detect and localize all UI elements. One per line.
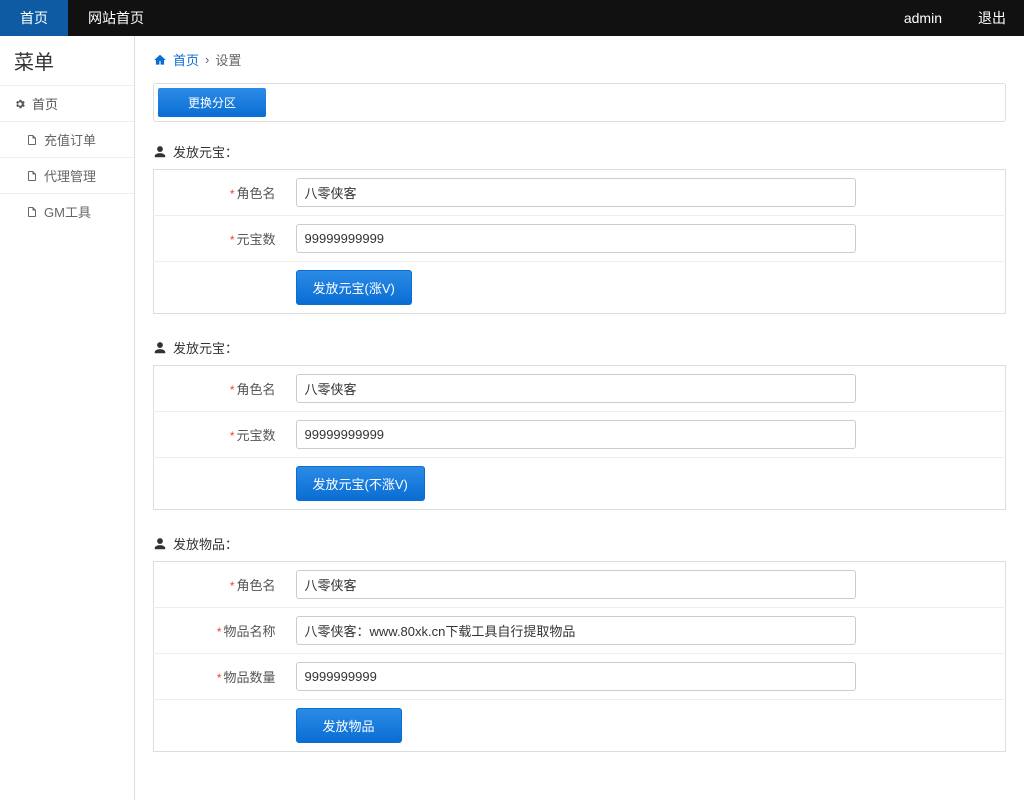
- topbar-right: admin 退出: [886, 0, 1024, 36]
- topbar: 首页 网站首页 admin 退出: [0, 0, 1024, 36]
- breadcrumb-home[interactable]: 首页: [173, 50, 199, 69]
- sidebar-title: 菜单: [0, 36, 134, 85]
- field-label: 物品数量: [223, 670, 275, 685]
- sidebar-item-recharge-order[interactable]: 充值订单: [0, 121, 134, 157]
- file-icon: [26, 206, 38, 218]
- sidebar: 菜单 首页 充值订单 代理管理 GM工具: [0, 36, 135, 800]
- topbar-user[interactable]: admin: [886, 0, 960, 36]
- topbar-logout[interactable]: 退出: [960, 0, 1024, 36]
- send-item-button[interactable]: 发放物品: [296, 708, 402, 743]
- sidebar-item-label: 充值订单: [44, 130, 96, 149]
- section-title-text: 发放物品：: [173, 534, 238, 553]
- role-name-input[interactable]: [296, 374, 856, 403]
- field-label: 元宝数: [236, 232, 275, 247]
- section-title: 发放物品：: [153, 534, 1006, 553]
- form-table: *角色名 *物品名称 *物品数量 发放物品: [153, 561, 1006, 752]
- sidebar-item-agent-manage[interactable]: 代理管理: [0, 157, 134, 193]
- yuanbao-count-input[interactable]: [296, 224, 856, 253]
- yuanbao-count-input[interactable]: [296, 420, 856, 449]
- send-yuanbao-vip-button[interactable]: 发放元宝(涨V): [296, 270, 412, 305]
- sidebar-home-label: 首页: [32, 94, 58, 113]
- sidebar-home[interactable]: 首页: [0, 85, 134, 121]
- section-title-text: 发放元宝：: [173, 142, 238, 161]
- breadcrumb: 首页 › 设置: [135, 36, 1024, 79]
- breadcrumb-sep: ›: [205, 52, 209, 67]
- nav-home[interactable]: 首页: [0, 0, 68, 36]
- nav-site-home[interactable]: 网站首页: [68, 0, 164, 36]
- section-title: 发放元宝：: [153, 142, 1006, 161]
- switch-zone-row: 更换分区: [153, 83, 1006, 122]
- sidebar-item-gm-tools[interactable]: GM工具: [0, 193, 134, 229]
- send-yuanbao-novip-button[interactable]: 发放元宝(不涨V): [296, 466, 425, 501]
- role-name-input[interactable]: [296, 570, 856, 599]
- switch-zone-button[interactable]: 更换分区: [158, 88, 266, 117]
- item-name-input[interactable]: [296, 616, 856, 645]
- gear-icon: [14, 98, 26, 110]
- main: 首页 › 设置 更换分区 发放元宝： *角色名 *元宝数: [135, 36, 1024, 800]
- field-label: 角色名: [236, 578, 275, 593]
- breadcrumb-current: 设置: [215, 50, 241, 69]
- sidebar-item-label: GM工具: [44, 202, 91, 221]
- form-table: *角色名 *元宝数 发放元宝(不涨V): [153, 365, 1006, 510]
- topbar-nav: 首页 网站首页: [0, 0, 164, 36]
- field-label: 元宝数: [236, 428, 275, 443]
- field-label: 物品名称: [223, 624, 275, 639]
- section-title: 发放元宝：: [153, 338, 1006, 357]
- item-count-input[interactable]: [296, 662, 856, 691]
- field-label: 角色名: [236, 382, 275, 397]
- form-table: *角色名 *元宝数 发放元宝(涨V): [153, 169, 1006, 314]
- user-icon: [153, 341, 167, 355]
- user-icon: [153, 145, 167, 159]
- user-icon: [153, 537, 167, 551]
- field-label: 角色名: [236, 186, 275, 201]
- role-name-input[interactable]: [296, 178, 856, 207]
- section-title-text: 发放元宝：: [173, 338, 238, 357]
- file-icon: [26, 170, 38, 182]
- sidebar-item-label: 代理管理: [44, 166, 96, 185]
- home-icon: [153, 53, 167, 67]
- file-icon: [26, 134, 38, 146]
